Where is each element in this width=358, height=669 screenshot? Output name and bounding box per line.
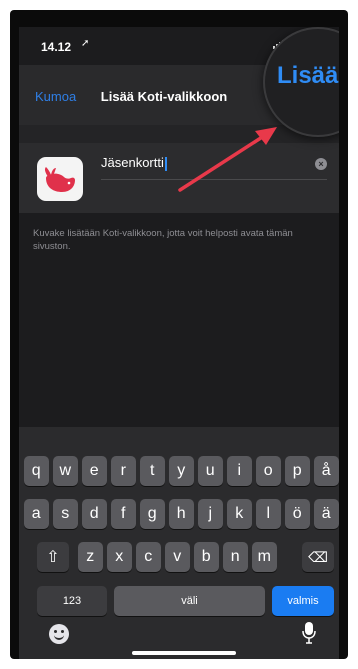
keyboard: qwertyuiopå asdfghjklöä zxcvbnm ⇧ ⌫ 123 …: [19, 427, 339, 659]
key-x[interactable]: x: [107, 542, 132, 572]
key-c[interactable]: c: [136, 542, 161, 572]
key-k[interactable]: k: [227, 499, 252, 529]
emoji-icon[interactable]: [49, 624, 69, 644]
shift-key[interactable]: ⇧: [37, 542, 69, 572]
key-b[interactable]: b: [194, 542, 219, 572]
key-z[interactable]: z: [78, 542, 103, 572]
key-f[interactable]: f: [111, 499, 136, 529]
key-h[interactable]: h: [169, 499, 194, 529]
red-arrow-icon: [178, 127, 277, 192]
key-g[interactable]: g: [140, 499, 165, 529]
key-s[interactable]: s: [53, 499, 78, 529]
done-key[interactable]: valmis: [272, 586, 334, 616]
key-o[interactable]: o: [256, 456, 281, 486]
microphone-icon[interactable]: [302, 621, 316, 645]
key-ö[interactable]: ö: [285, 499, 310, 529]
key-å[interactable]: å: [314, 456, 339, 486]
key-w[interactable]: w: [53, 456, 78, 486]
key-n[interactable]: n: [223, 542, 248, 572]
home-indicator[interactable]: [132, 651, 236, 655]
space-key[interactable]: väli: [114, 586, 265, 616]
key-m[interactable]: m: [252, 542, 277, 572]
device-frame: 14.12 ➚ Kumoa Lisää Koti-valikkoon Jäsen…: [10, 10, 348, 659]
key-j[interactable]: j: [198, 499, 223, 529]
key-a[interactable]: a: [24, 499, 49, 529]
key-e[interactable]: e: [82, 456, 107, 486]
key-v[interactable]: v: [165, 542, 190, 572]
key-l[interactable]: l: [256, 499, 281, 529]
screen: 14.12 ➚ Kumoa Lisää Koti-valikkoon Jäsen…: [19, 27, 339, 659]
key-d[interactable]: d: [82, 499, 107, 529]
numbers-key[interactable]: 123: [37, 586, 107, 616]
key-y[interactable]: y: [169, 456, 194, 486]
key-p[interactable]: p: [285, 456, 310, 486]
delete-key[interactable]: ⌫: [302, 542, 334, 572]
key-u[interactable]: u: [198, 456, 223, 486]
key-i[interactable]: i: [227, 456, 252, 486]
key-r[interactable]: r: [111, 456, 136, 486]
key-t[interactable]: t: [140, 456, 165, 486]
key-ä[interactable]: ä: [314, 499, 339, 529]
key-q[interactable]: q: [24, 456, 49, 486]
